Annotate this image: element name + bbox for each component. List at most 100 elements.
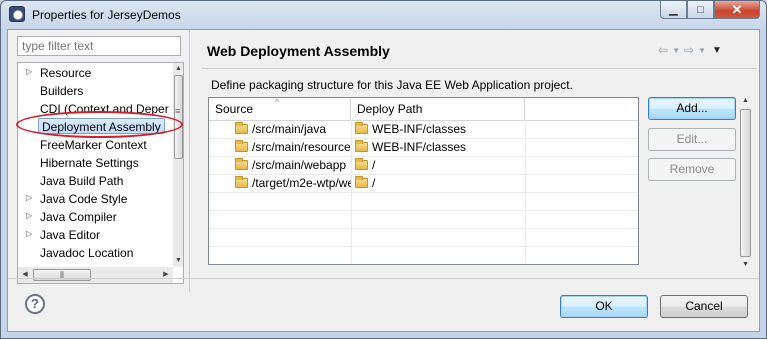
- scroll-left-icon[interactable]: ◀: [18, 267, 32, 283]
- scroll-thumb-horizontal[interactable]: ⦀: [33, 269, 91, 281]
- close-icon: ✕: [731, 1, 743, 17]
- page-navigation: ⇦ ▼ ⇨ ▼ ▼: [658, 42, 726, 58]
- scroll-thumb[interactable]: [740, 109, 751, 257]
- tree-item[interactable]: FreeMarker Context: [18, 136, 174, 154]
- minimize-button[interactable]: ▁: [660, 1, 687, 19]
- tree-item-label: Resource: [40, 66, 92, 80]
- table-row: [209, 211, 638, 229]
- source-path: /src/main/java: [252, 122, 327, 136]
- source-cell: /src/main/webapp: [235, 158, 351, 174]
- table-row: [209, 193, 638, 211]
- table-row[interactable]: /src/main/webapp /: [209, 157, 638, 175]
- expand-arrow-icon[interactable]: ▷: [26, 229, 32, 238]
- add-button[interactable]: Add...: [648, 97, 736, 120]
- tree-item-label: Hibernate Settings: [40, 156, 139, 170]
- expand-arrow-icon[interactable]: ▷: [26, 193, 32, 202]
- tree-item[interactable]: Builders: [18, 82, 174, 100]
- scroll-thumb[interactable]: [174, 75, 183, 159]
- eclipse-icon: [9, 6, 25, 22]
- deploy-path-cell: /: [355, 158, 521, 174]
- forward-arrow-icon[interactable]: ⇨: [684, 43, 694, 57]
- tree-horizontal-scrollbar[interactable]: ◀ ⦀ ▶: [18, 267, 173, 283]
- column-header-source[interactable]: Source ^: [209, 98, 351, 120]
- folder-icon: [355, 122, 368, 134]
- scroll-right-icon[interactable]: ▶: [159, 267, 173, 283]
- category-tree[interactable]: ▷ Resource Builders CDI (Context and Deper D…: [17, 62, 184, 284]
- back-arrow-icon[interactable]: ⇦: [658, 43, 668, 57]
- tree-item-label: FreeMarker Context: [40, 138, 147, 152]
- tree-item-label: Java Code Style: [40, 192, 128, 206]
- expand-arrow-icon[interactable]: ▷: [26, 211, 32, 220]
- scroll-down-icon[interactable]: ▼: [173, 255, 183, 267]
- tree-item[interactable]: Hibernate Settings: [18, 154, 174, 172]
- tree-item[interactable]: Javadoc Location: [18, 244, 174, 262]
- page-vertical-scrollbar[interactable]: ▲ ▼: [739, 97, 752, 271]
- page-title: Web Deployment Assembly: [207, 43, 390, 59]
- tree-item-label: Java Compiler: [40, 210, 117, 224]
- deploy-path-cell: WEB-INF/classes: [355, 122, 521, 138]
- close-button[interactable]: ✕: [714, 1, 760, 19]
- folder-icon: [355, 176, 368, 188]
- scroll-down-icon[interactable]: ▼: [739, 259, 752, 271]
- deploy-path-cell: WEB-INF/classes: [355, 140, 521, 156]
- folder-icon: [235, 176, 248, 188]
- forward-dropdown-icon[interactable]: ▼: [698, 46, 706, 55]
- column-divider: [351, 120, 352, 264]
- tree-item[interactable]: ▷ Java Editor: [18, 226, 174, 244]
- source-cell: /target/m2e-wtp/web-resources: [235, 176, 351, 192]
- folder-icon: [355, 140, 368, 152]
- scroll-up-icon[interactable]: ▲: [173, 63, 183, 75]
- table-header: Source ^ Deploy Path: [209, 98, 638, 121]
- tree-item[interactable]: ▷ Java Compiler: [18, 208, 174, 226]
- page-description: Define packaging structure for this Java…: [211, 78, 573, 92]
- table-row[interactable]: /src/main/java WEB-INF/classes: [209, 121, 638, 139]
- table-row[interactable]: /src/main/resources WEB-INF/classes: [209, 139, 638, 157]
- column-header-deploy-path[interactable]: Deploy Path: [351, 98, 525, 120]
- column-header-label: Source: [215, 102, 254, 116]
- folder-icon: [235, 140, 248, 152]
- scroll-up-icon[interactable]: ▲: [739, 95, 752, 107]
- edit-button[interactable]: Edit...: [648, 128, 736, 151]
- minimize-icon: ▁: [669, 4, 678, 16]
- folder-icon: [355, 158, 368, 170]
- filter-input[interactable]: [17, 36, 181, 56]
- help-icon[interactable]: ?: [25, 294, 45, 314]
- tree-item-label: Builders: [40, 84, 84, 98]
- maximize-button[interactable]: □: [687, 1, 714, 19]
- maximize-icon: □: [697, 3, 704, 16]
- tree-item-label: Java Editor: [40, 228, 101, 242]
- tree-list: ▷ Resource Builders CDI (Context and Deper D…: [18, 63, 174, 267]
- deploy-path: /: [372, 176, 376, 190]
- footer-separator: [8, 278, 759, 279]
- source-path: /src/main/webapp: [252, 158, 347, 172]
- window-title: Properties for JerseyDemos: [32, 8, 181, 22]
- source-path: /target/m2e-wtp/web-resources: [252, 176, 351, 190]
- tree-item[interactable]: Java Build Path: [18, 172, 174, 190]
- table-row[interactable]: /target/m2e-wtp/web-resources /: [209, 175, 638, 193]
- assembly-table[interactable]: Source ^ Deploy Path /src/main/java WEB-I…: [208, 97, 639, 265]
- source-cell: /src/main/java: [235, 122, 351, 138]
- tree-item[interactable]: ▷ Java Code Style: [18, 190, 174, 208]
- window-controls: ▁ □ ✕: [660, 1, 760, 20]
- pane-sash[interactable]: [189, 30, 192, 292]
- view-menu-icon[interactable]: ▼: [712, 45, 722, 56]
- folder-icon: [235, 158, 248, 170]
- tree-vertical-scrollbar[interactable]: ▲ ▼: [173, 63, 183, 267]
- column-header-label: Deploy Path: [357, 102, 423, 116]
- expand-arrow-icon[interactable]: ▷: [26, 67, 32, 76]
- back-dropdown-icon[interactable]: ▼: [672, 46, 680, 55]
- cancel-button[interactable]: Cancel: [660, 295, 748, 318]
- deploy-path: WEB-INF/classes: [372, 122, 467, 136]
- properties-dialog: Properties for JerseyDemos ▁ □ ✕ ▷ Resour…: [0, 0, 767, 339]
- source-cell: /src/main/resources: [235, 140, 351, 156]
- tree-item-label: Javadoc Location: [40, 246, 134, 260]
- deploy-path-cell: /: [355, 176, 521, 192]
- sort-ascending-icon: ^: [275, 97, 280, 107]
- remove-button[interactable]: Remove: [648, 158, 736, 181]
- tree-item[interactable]: ▷ Resource: [18, 64, 174, 82]
- column-header-empty: [525, 98, 638, 120]
- table-row: [209, 247, 638, 264]
- ok-button[interactable]: OK: [560, 295, 648, 318]
- title-bar[interactable]: Properties for JerseyDemos ▁ □ ✕: [1, 1, 766, 29]
- title-separator: [202, 68, 757, 69]
